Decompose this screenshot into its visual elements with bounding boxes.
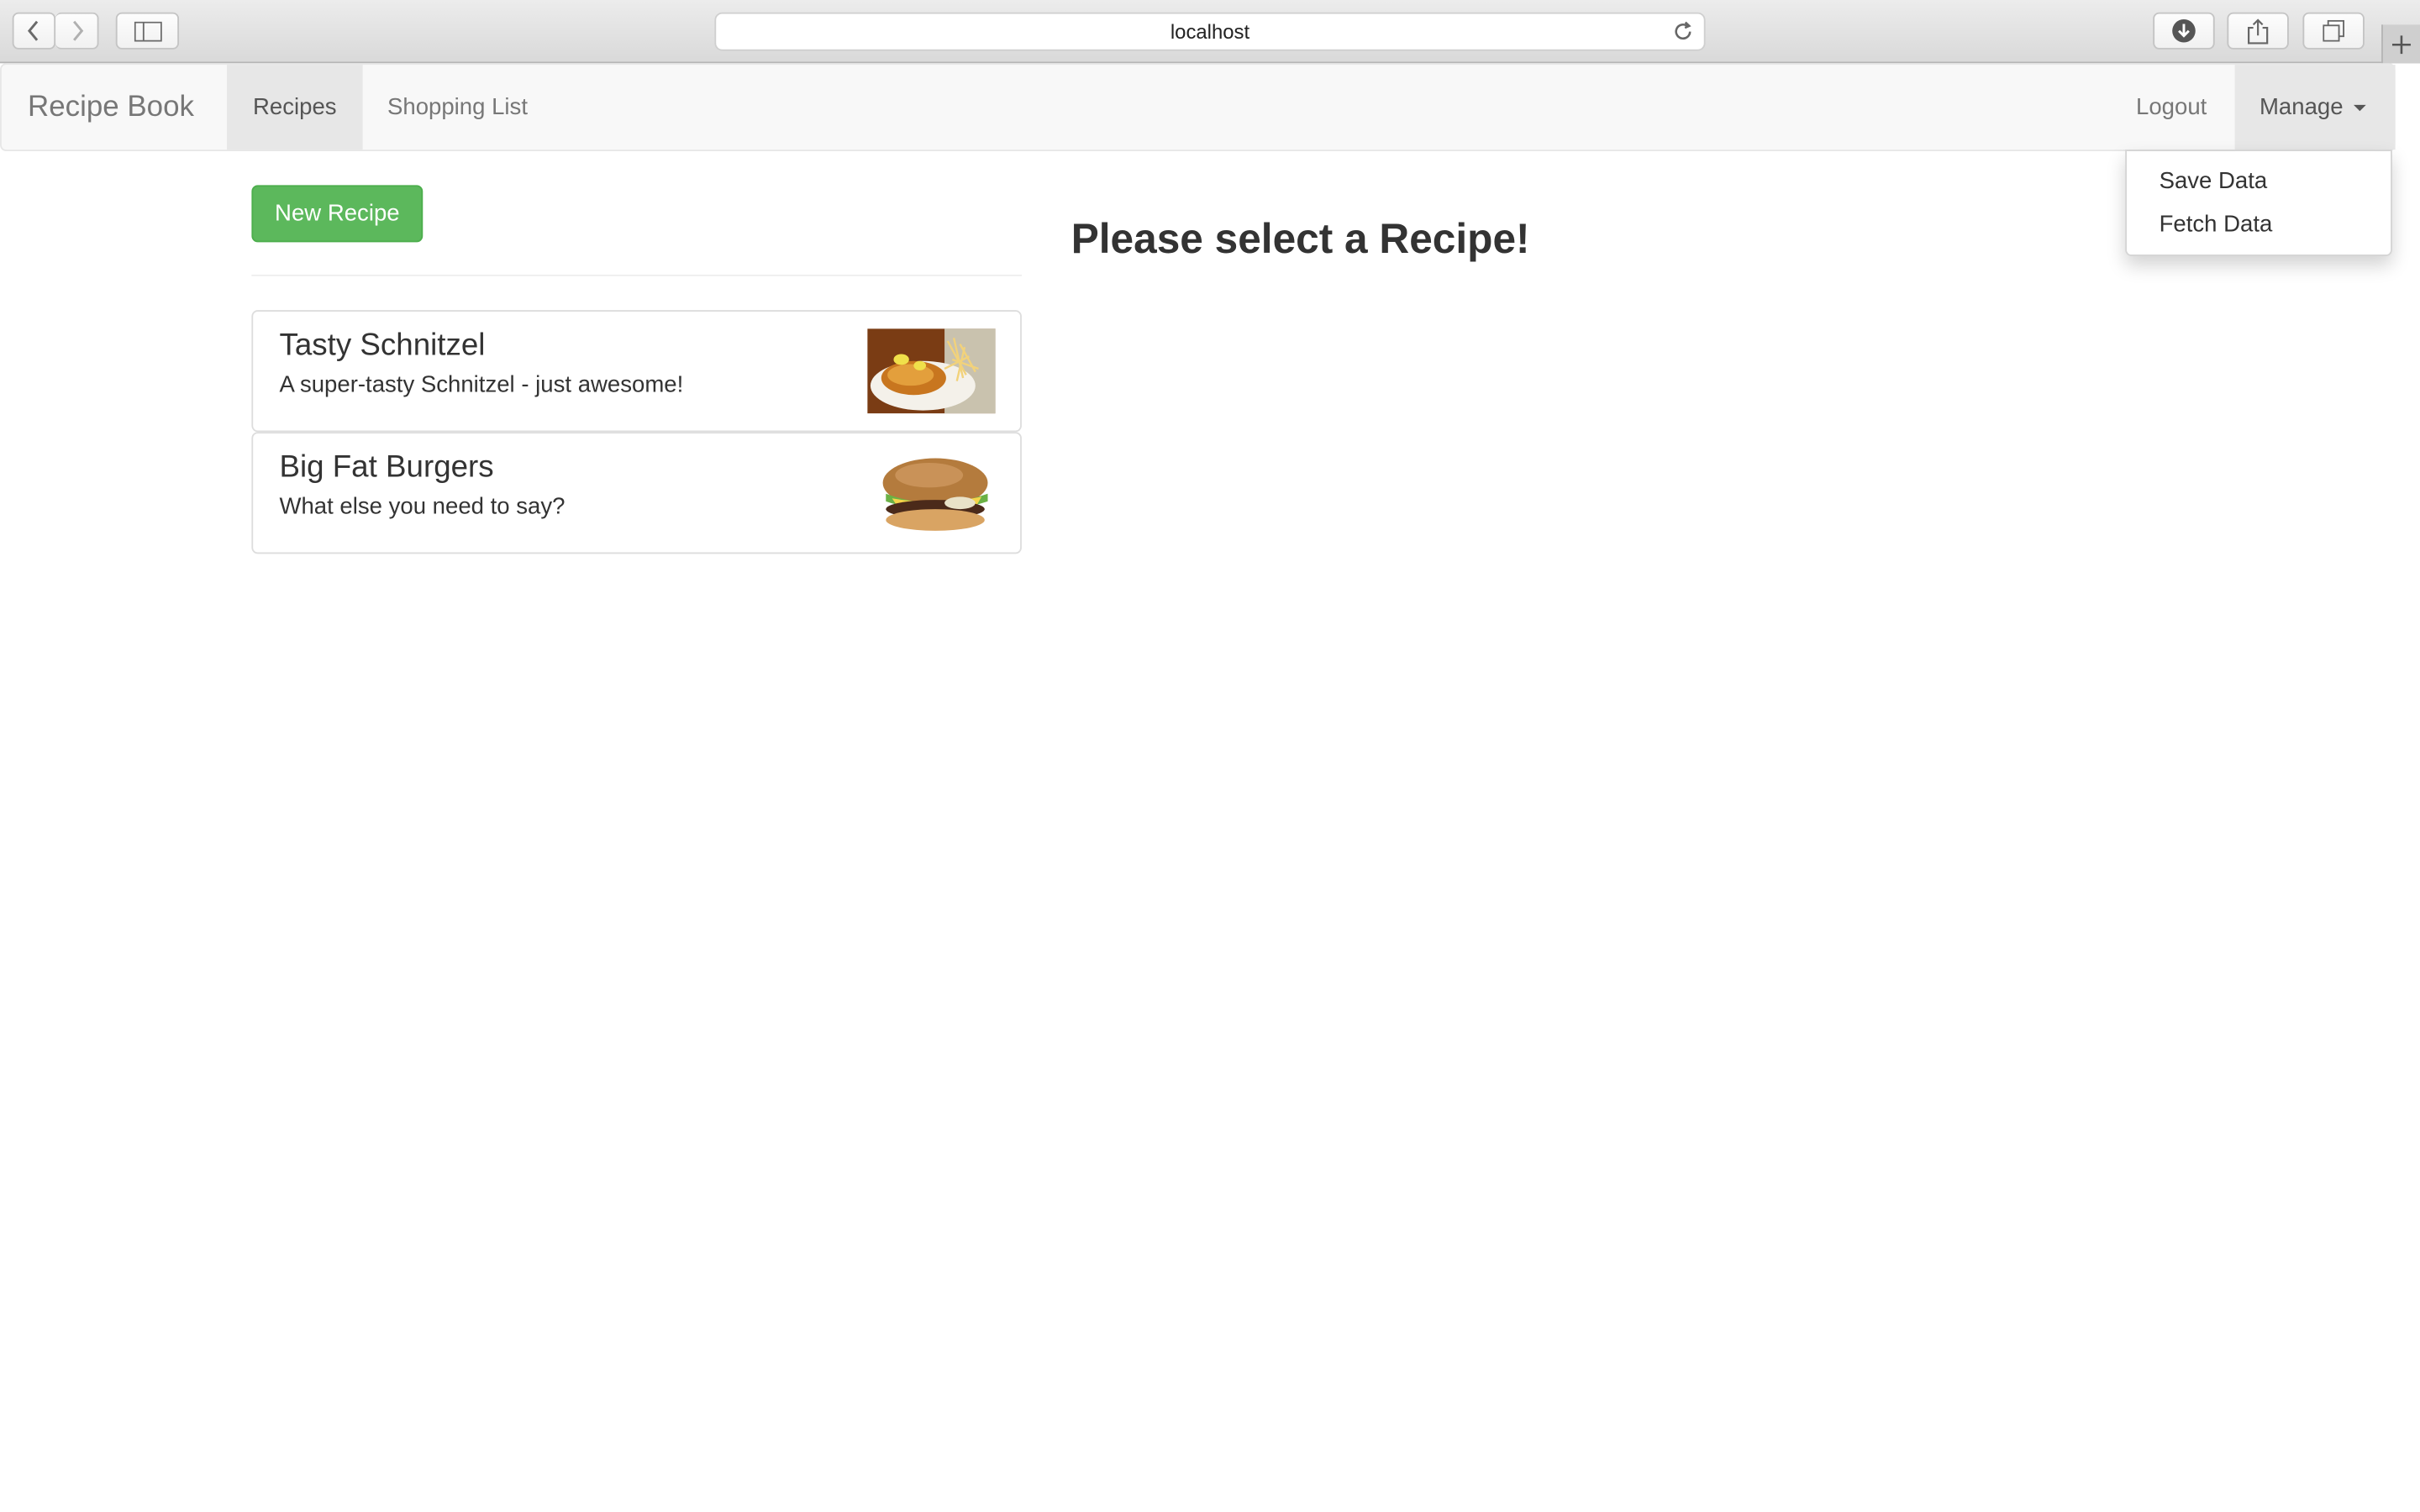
recipe-name: Big Fat Burgers	[279, 450, 494, 485]
manage-dropdown-toggle[interactable]: Manage	[2234, 65, 2396, 150]
burger-image	[867, 450, 996, 536]
new-recipe-button[interactable]: New Recipe	[251, 185, 424, 243]
manage-dropdown-menu: Save Data Fetch Data	[2125, 150, 2392, 256]
schnitzel-image	[867, 328, 996, 414]
select-recipe-heading: Please select a Recipe!	[1071, 216, 1530, 263]
recipe-name: Tasty Schnitzel	[279, 328, 486, 363]
downloads-button[interactable]	[2153, 12, 2215, 50]
tabs-icon	[2323, 19, 2344, 42]
manage-label: Manage	[2259, 94, 2344, 121]
save-data-item[interactable]: Save Data	[2127, 160, 2391, 203]
app-navbar: Recipe Book Recipes Shopping List Logout…	[0, 63, 2396, 151]
share-icon	[2248, 18, 2269, 44]
divider	[251, 274, 1022, 276]
brand-link[interactable]: Recipe Book	[28, 65, 194, 150]
sidebar-button[interactable]	[115, 12, 180, 50]
browser-toolbar: localhost	[0, 0, 2420, 64]
caret-down-icon	[2354, 103, 2367, 111]
address-bar[interactable]: localhost	[714, 12, 1706, 51]
fetch-data-item[interactable]: Fetch Data	[2127, 203, 2391, 246]
tabs-button[interactable]	[2302, 12, 2365, 50]
recipe-description: A super-tasty Schnitzel - just awesome!	[279, 371, 684, 398]
reload-icon[interactable]	[1671, 20, 1695, 44]
forward-button[interactable]	[55, 12, 99, 50]
download-icon	[2172, 18, 2196, 43]
recipe-description: What else you need to say?	[279, 493, 566, 520]
recipe-item[interactable]: Big Fat Burgers What else you need to sa…	[251, 432, 1022, 554]
recipe-item[interactable]: Tasty Schnitzel A super-tasty Schnitzel …	[251, 310, 1022, 433]
plus-icon	[2391, 34, 2411, 54]
share-button[interactable]	[2227, 12, 2289, 50]
back-button[interactable]	[12, 12, 56, 50]
nav-shopping-list[interactable]: Shopping List	[363, 65, 553, 150]
forward-icon	[72, 20, 83, 41]
url-text: localhost	[1170, 19, 1250, 44]
back-icon	[27, 20, 39, 41]
new-tab-button[interactable]	[2381, 24, 2420, 64]
sidebar-icon	[133, 20, 161, 41]
logout-link[interactable]: Logout	[2112, 65, 2232, 150]
nav-recipes[interactable]: Recipes	[226, 65, 363, 150]
